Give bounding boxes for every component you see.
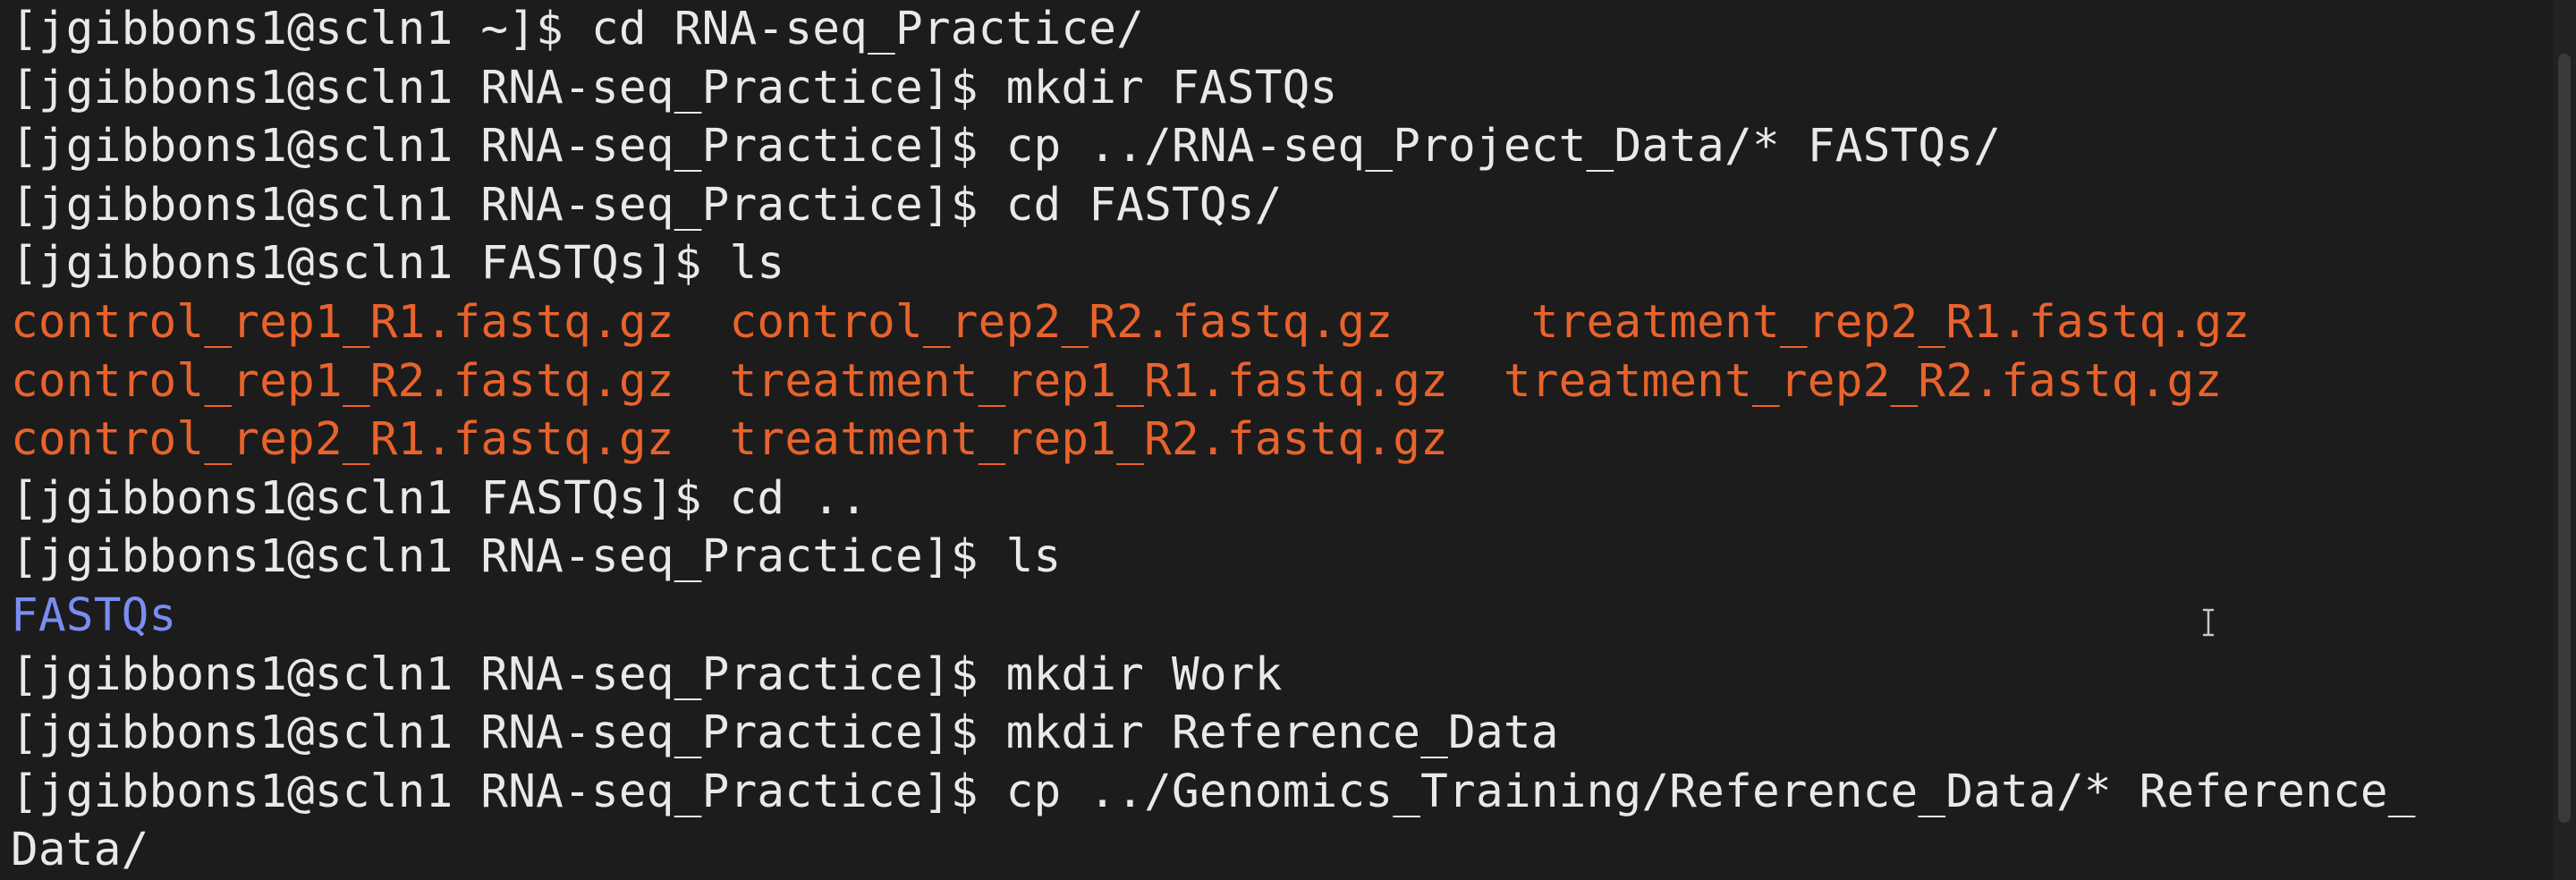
terminal-text: [jgibbons1@scln1 RNA-seq_Practice]$ ls [11, 530, 1062, 584]
terminal-text: Data/ [11, 824, 149, 877]
fastq-file-listing: control_rep1_R2.fastq.gz treatment_rep1_… [11, 354, 2223, 408]
terminal-text: [jgibbons1@scln1 RNA-seq_Practice]$ cp .… [11, 765, 2416, 818]
fastq-file-listing: control_rep2_R1.fastq.gz treatment_rep1_… [11, 413, 1449, 467]
terminal-line: [jgibbons1@scln1 RNA-seq_Practice]$ ls [11, 528, 2533, 587]
terminal-text: [jgibbons1@scln1 ~]$ cd RNA-seq_Practice… [11, 3, 1145, 55]
terminal-line: control_rep1_R2.fastq.gz treatment_rep1_… [11, 352, 2533, 411]
terminal-line: [jgibbons1@scln1 ~]$ cd RNA-seq_Practice… [11, 0, 2533, 59]
terminal-line: [jgibbons1@scln1 RNA-seq_Practice]$ cp .… [11, 763, 2533, 822]
terminal-line: [jgibbons1@scln1 RNA-seq_Practice]$ cd F… [11, 176, 2533, 235]
directory-listing: FASTQs [11, 588, 177, 642]
terminal-line: Data/ [11, 821, 2533, 880]
terminal-window[interactable]: [jgibbons1@scln1 ~]$ cd RNA-seq_Practice… [0, 0, 2576, 880]
terminal-text: [jgibbons1@scln1 RNA-seq_Practice]$ cd F… [11, 178, 1283, 232]
terminal-line: control_rep1_R1.fastq.gz control_rep2_R2… [11, 293, 2533, 352]
terminal-line: [jgibbons1@scln1 RNA-seq_Practice]$ mkdi… [11, 59, 2533, 118]
terminal-line: control_rep2_R1.fastq.gz treatment_rep1_… [11, 410, 2533, 470]
terminal-text: [jgibbons1@scln1 RNA-seq_Practice]$ mkdi… [11, 707, 1559, 760]
terminal-line: [jgibbons1@scln1 FASTQs]$ ls [11, 234, 2533, 293]
scrollbar-thumb[interactable] [2558, 54, 2571, 823]
terminal-output[interactable]: [jgibbons1@scln1 ~]$ cd RNA-seq_Practice… [11, 0, 2533, 880]
terminal-text: [jgibbons1@scln1 RNA-seq_Practice]$ cp .… [11, 120, 2002, 173]
terminal-text: [jgibbons1@scln1 FASTQs]$ ls [11, 237, 785, 291]
terminal-text: [jgibbons1@scln1 RNA-seq_Practice]$ mkdi… [11, 647, 1283, 701]
fastq-file-listing: control_rep1_R1.fastq.gz control_rep2_R2… [11, 295, 2250, 349]
terminal-text: [jgibbons1@scln1 FASTQs]$ cd .. [11, 471, 869, 525]
terminal-line: [jgibbons1@scln1 RNA-seq_Practice]$ mkdi… [11, 646, 2533, 705]
terminal-line: FASTQs [11, 587, 2533, 646]
terminal-text: [jgibbons1@scln1 RNA-seq_Practice]$ mkdi… [11, 61, 1338, 114]
scrollbar[interactable] [2553, 0, 2576, 880]
terminal-line: [jgibbons1@scln1 FASTQs]$ cd .. [11, 470, 2533, 529]
terminal-line: [jgibbons1@scln1 RNA-seq_Practice]$ mkdi… [11, 704, 2533, 763]
terminal-line: [jgibbons1@scln1 RNA-seq_Practice]$ cp .… [11, 117, 2533, 176]
text-cursor-icon [2202, 608, 2215, 637]
